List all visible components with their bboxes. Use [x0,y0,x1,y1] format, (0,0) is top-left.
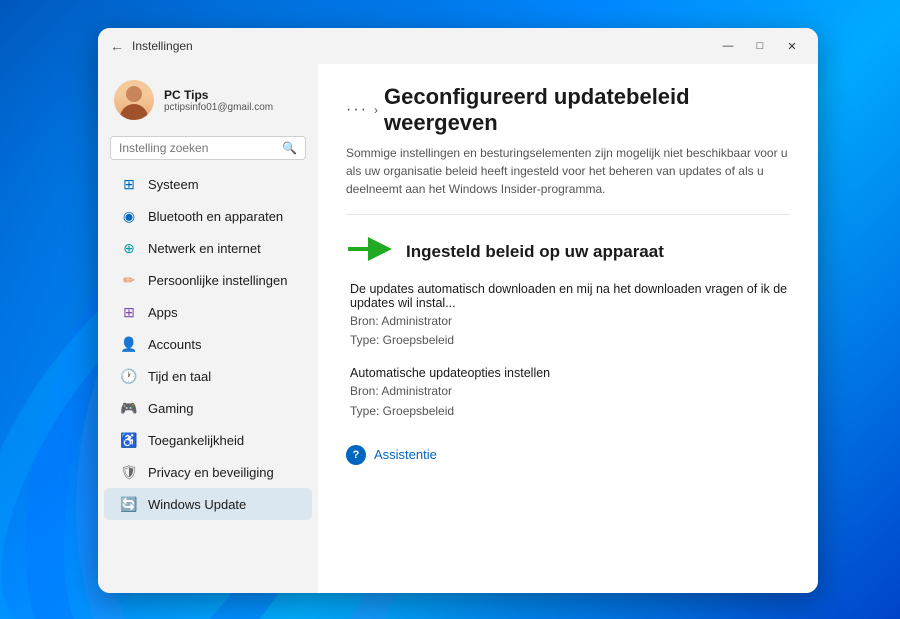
nav-item-personalization[interactable]: ✏ Persoonlijke instellingen [104,264,312,296]
nav-item-network[interactable]: ⊕ Netwerk en internet [104,232,312,264]
info-text: Sommige instellingen en besturingselemen… [346,144,790,215]
assistance-icon: ? [346,445,366,465]
system-icon: ⊞ [120,175,138,193]
nav-item-update[interactable]: 🔄 Windows Update [104,488,312,520]
update-icon: 🔄 [120,495,138,513]
green-arrow-icon [346,235,394,263]
policy-meta-2: Bron: Administrator Type: Groepsbeleid [350,382,790,420]
window-controls: — □ ✕ [714,35,806,57]
minimize-button[interactable]: — [714,35,742,57]
accounts-icon: 👤 [120,335,138,353]
nav-item-gaming[interactable]: 🎮 Gaming [104,392,312,424]
window-title: Instellingen [132,39,193,53]
apps-icon: ⊞ [120,303,138,321]
personalization-icon: ✏ [120,271,138,289]
page-title: Geconfigureerd updatebeleid weergeven [384,84,790,136]
search-input[interactable] [119,141,276,155]
gaming-icon: 🎮 [120,399,138,417]
settings-window: ← Instellingen — □ ✕ PC Tips pctip [98,28,818,593]
nav-item-time[interactable]: 🕐 Tijd en taal [104,360,312,392]
nav-item-accessibility[interactable]: ♿ Toegankelijkheid [104,424,312,456]
title-bar: ← Instellingen — □ ✕ [98,28,818,64]
nav-item-accounts[interactable]: 👤 Accounts [104,328,312,360]
nav-item-system[interactable]: ⊞ Systeem [104,168,312,200]
back-icon[interactable]: ← [110,38,124,54]
policy-item-2: Automatische updateopties instellen Bron… [346,366,790,420]
close-button[interactable]: ✕ [778,35,806,57]
policy-title: Ingesteld beleid op uw apparaat [346,235,790,268]
time-icon: 🕐 [120,367,138,385]
network-icon: ⊕ [120,239,138,257]
search-box[interactable]: 🔍 [110,136,306,160]
search-icon: 🔍 [282,141,297,155]
policy-meta-1: Bron: Administrator Type: Groepsbeleid [350,312,790,350]
policy-item-1: De updates automatisch downloaden en mij… [346,282,790,350]
breadcrumb-dots: ··· [346,101,368,119]
privacy-icon: 🛡 [120,463,138,481]
user-email: pctipsinfo01@gmail.com [164,102,302,113]
policy-desc-1: De updates automatisch downloaden en mij… [350,282,790,310]
avatar [114,80,154,120]
accessibility-icon: ♿ [120,431,138,449]
desktop: ← Instellingen — □ ✕ PC Tips pctip [0,0,900,619]
breadcrumb: ··· › Geconfigureerd updatebeleid weerge… [346,84,790,136]
user-profile: PC Tips pctipsinfo01@gmail.com [98,72,318,132]
assistance-label: Assistentie [374,447,437,462]
maximize-button[interactable]: □ [746,35,774,57]
assistance-link[interactable]: ? Assistentie [346,445,790,465]
policy-desc-2: Automatische updateopties instellen [350,366,790,380]
sidebar: PC Tips pctipsinfo01@gmail.com 🔍 ⊞ Syste… [98,64,318,593]
user-name: PC Tips [164,88,302,102]
bluetooth-icon: ◉ [120,207,138,225]
nav-item-privacy[interactable]: 🛡 Privacy en beveiliging [104,456,312,488]
policy-section: Ingesteld beleid op uw apparaat De updat… [346,235,790,421]
nav-item-apps[interactable]: ⊞ Apps [104,296,312,328]
content-area: ··· › Geconfigureerd updatebeleid weerge… [318,64,818,593]
nav-item-bluetooth[interactable]: ◉ Bluetooth en apparaten [104,200,312,232]
breadcrumb-separator: › [374,103,378,117]
